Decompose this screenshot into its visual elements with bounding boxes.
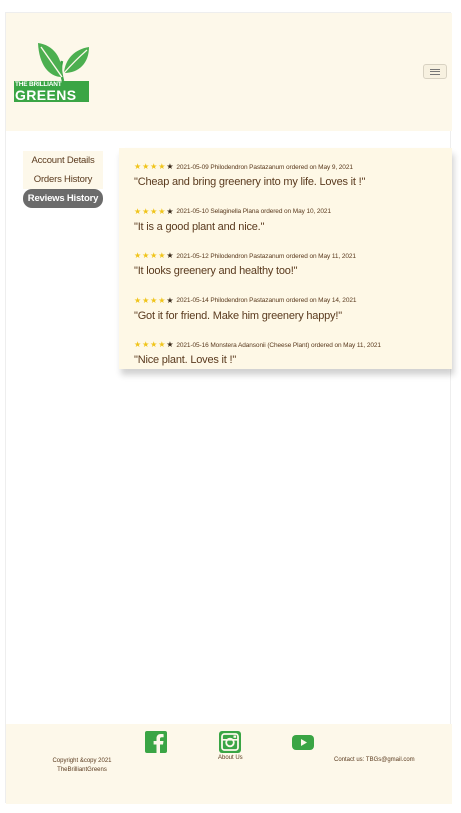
facebook-icon bbox=[145, 731, 167, 753]
menu-toggle-button[interactable] bbox=[423, 64, 447, 79]
youtube-link[interactable] bbox=[292, 735, 314, 750]
hamburger-menu-icon bbox=[430, 68, 440, 75]
star-icon: ★ bbox=[134, 162, 142, 171]
review-comment: "Cheap and bring greenery into my life. … bbox=[134, 176, 366, 188]
review-date: 2021-05-12 bbox=[176, 252, 209, 260]
star-icon: ★ bbox=[134, 295, 142, 305]
review-date: 2021-05-10 bbox=[176, 208, 209, 215]
review-product[interactable]: Philodendron Pastazanum bbox=[210, 253, 284, 260]
star-icon: ★ bbox=[150, 251, 158, 260]
sidebar-item-reviews-history[interactable]: Reviews History bbox=[23, 189, 103, 208]
review-item: ★ ★ ★ ★ ★ 2021-05-16 Monstera Adansonii (Chee… bbox=[134, 340, 449, 367]
star-icon: ★ bbox=[142, 162, 150, 171]
reviews-list: ★ ★ ★ ★ ★ 2021-05-09 Philodendron Pastazanum … bbox=[119, 148, 452, 369]
facebook-link[interactable] bbox=[145, 731, 167, 753]
review-meta: ★ ★ ★ ★ ★ 2021-05-09 Philodendron Pastazanum … bbox=[134, 162, 449, 172]
star-icon: ★ bbox=[158, 295, 166, 305]
site-header: THE BRILLIANT GREENS bbox=[6, 13, 452, 131]
star-icon: ★ bbox=[134, 251, 142, 260]
review-product[interactable]: Philodendron Pastazanum bbox=[210, 297, 284, 304]
site-footer: Copyright &copy 2021 TheBrilliantGreens … bbox=[6, 724, 452, 804]
review-meta: ★ ★ ★ ★ ★ 2021-05-12 Philodendron Pastazanum … bbox=[134, 251, 449, 261]
about-us-link[interactable]: About Us bbox=[218, 755, 243, 761]
review-meta: ★ ★ ★ ★ ★ 2021-05-16 Monstera Adansonii (Chee… bbox=[134, 340, 449, 350]
star-icon: ★ bbox=[158, 206, 166, 216]
star-icon: ★ bbox=[166, 340, 174, 349]
review-date: 2021-05-09 bbox=[176, 163, 209, 171]
review-item: ★ ★ ★ ★ ★ 2021-05-14 Philodendron Pastazanum … bbox=[134, 296, 449, 322]
brand-name-line2: GREENS bbox=[15, 87, 77, 103]
sidebar-item-orders-history[interactable]: Orders History bbox=[23, 170, 103, 189]
copyright-line1: Copyright &copy 2021 bbox=[52, 758, 112, 764]
review-date: 2021-05-14 bbox=[176, 297, 209, 304]
star-rating: ★ ★ ★ ★ ★ bbox=[134, 206, 174, 216]
instagram-icon bbox=[219, 731, 242, 753]
review-item: ★ ★ ★ ★ ★ 2021-05-09 Philodendron Pastazanum … bbox=[134, 162, 449, 189]
copyright-line2: TheBrilliantGreens bbox=[57, 767, 107, 773]
review-meta: ★ ★ ★ ★ ★ 2021-05-10 Selaginella Plana ordere… bbox=[134, 207, 449, 217]
star-icon: ★ bbox=[150, 162, 158, 171]
star-rating: ★ ★ ★ ★ ★ bbox=[134, 163, 174, 171]
star-icon: ★ bbox=[166, 162, 174, 171]
review-product[interactable]: Monstera Adansonii (Cheese Plant) bbox=[210, 342, 309, 349]
star-icon: ★ bbox=[150, 295, 158, 305]
review-order-date: ordered on May 9, 2021 bbox=[286, 163, 353, 171]
account-sidebar: Account Details Orders History Reviews H… bbox=[23, 151, 103, 208]
review-order-date: ordered on May 11, 2021 bbox=[311, 341, 381, 349]
copyright-text: Copyright &copy 2021 TheBrilliantGreens bbox=[42, 757, 122, 775]
instagram-link[interactable]: About Us bbox=[218, 731, 243, 761]
star-rating: ★ ★ ★ ★ ★ bbox=[134, 341, 174, 349]
star-icon: ★ bbox=[150, 206, 158, 216]
review-comment: "It looks greenery and healthy too!" bbox=[134, 265, 298, 277]
review-meta: ★ ★ ★ ★ ★ 2021-05-14 Philodendron Pastazanum … bbox=[134, 296, 449, 306]
contact-email: Contact us: TBGs@gmail.com bbox=[334, 757, 415, 763]
star-icon: ★ bbox=[166, 206, 174, 216]
star-icon: ★ bbox=[134, 340, 142, 349]
star-icon: ★ bbox=[158, 162, 166, 171]
sidebar-item-account-details[interactable]: Account Details bbox=[23, 151, 103, 170]
star-icon: ★ bbox=[150, 340, 158, 349]
review-date: 2021-05-16 bbox=[176, 341, 209, 349]
star-icon: ★ bbox=[134, 206, 142, 216]
star-icon: ★ bbox=[142, 295, 150, 305]
review-comment: "Nice plant. Loves it !" bbox=[134, 354, 237, 366]
star-icon: ★ bbox=[142, 251, 150, 260]
review-order-date: ordered on May 11, 2021 bbox=[286, 252, 356, 260]
review-product[interactable]: Selaginella Plana bbox=[210, 208, 259, 215]
star-icon: ★ bbox=[158, 340, 166, 349]
review-comment: "Got it for friend. Make him greenery ha… bbox=[134, 309, 342, 322]
review-order-date: ordered on May 14, 2021 bbox=[286, 297, 357, 304]
star-icon: ★ bbox=[142, 340, 150, 349]
star-icon: ★ bbox=[158, 251, 166, 260]
star-rating: ★ ★ ★ ★ ★ bbox=[134, 295, 174, 305]
star-icon: ★ bbox=[166, 251, 174, 260]
review-item: ★ ★ ★ ★ ★ 2021-05-10 Selaginella Plana ordere… bbox=[134, 207, 449, 233]
brand-logo[interactable]: THE BRILLIANT GREENS bbox=[13, 41, 91, 103]
star-icon: ★ bbox=[166, 295, 174, 305]
star-rating: ★ ★ ★ ★ ★ bbox=[134, 252, 174, 260]
review-order-date: ordered on May 10, 2021 bbox=[260, 208, 331, 215]
youtube-icon bbox=[292, 735, 314, 750]
star-icon: ★ bbox=[142, 206, 150, 216]
review-comment: "It is a good plant and nice." bbox=[134, 220, 265, 233]
page-frame: THE BRILLIANT GREENS Account Details Ord… bbox=[5, 12, 452, 804]
review-product[interactable]: Philodendron Pastazanum bbox=[210, 164, 284, 171]
review-item: ★ ★ ★ ★ ★ 2021-05-12 Philodendron Pastazanum … bbox=[134, 251, 449, 278]
